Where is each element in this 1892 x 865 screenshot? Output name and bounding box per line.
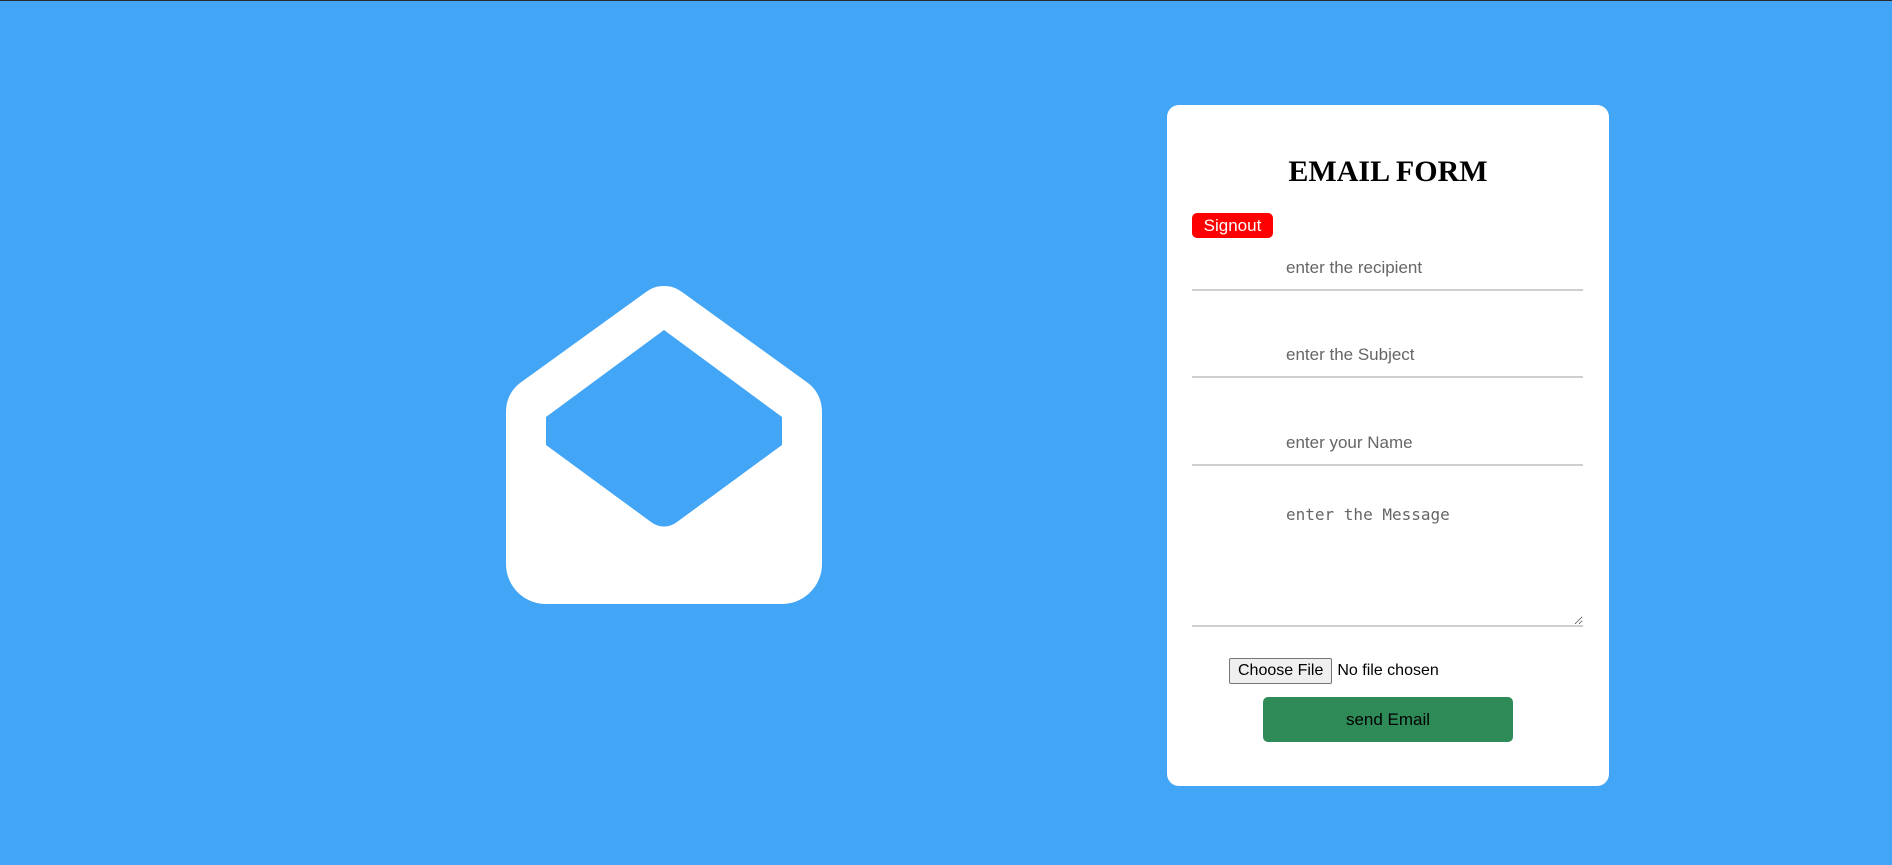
send-email-button[interactable]: send Email <box>1263 697 1513 742</box>
name-input[interactable] <box>1192 422 1583 466</box>
envelope-open-icon <box>506 286 822 604</box>
subject-input[interactable] <box>1192 334 1583 378</box>
message-textarea[interactable] <box>1192 489 1583 627</box>
signout-button[interactable]: Signout <box>1192 213 1273 238</box>
choose-file-button[interactable]: Choose File <box>1229 658 1333 684</box>
file-upload: Choose File No file chosen <box>1229 658 1439 684</box>
recipient-input[interactable] <box>1192 247 1583 291</box>
email-form-card: EMAIL FORM Signout Choose File No file c… <box>1167 105 1609 786</box>
form-title: EMAIL FORM <box>1288 155 1488 188</box>
file-status-text: No file chosen <box>1337 662 1439 679</box>
